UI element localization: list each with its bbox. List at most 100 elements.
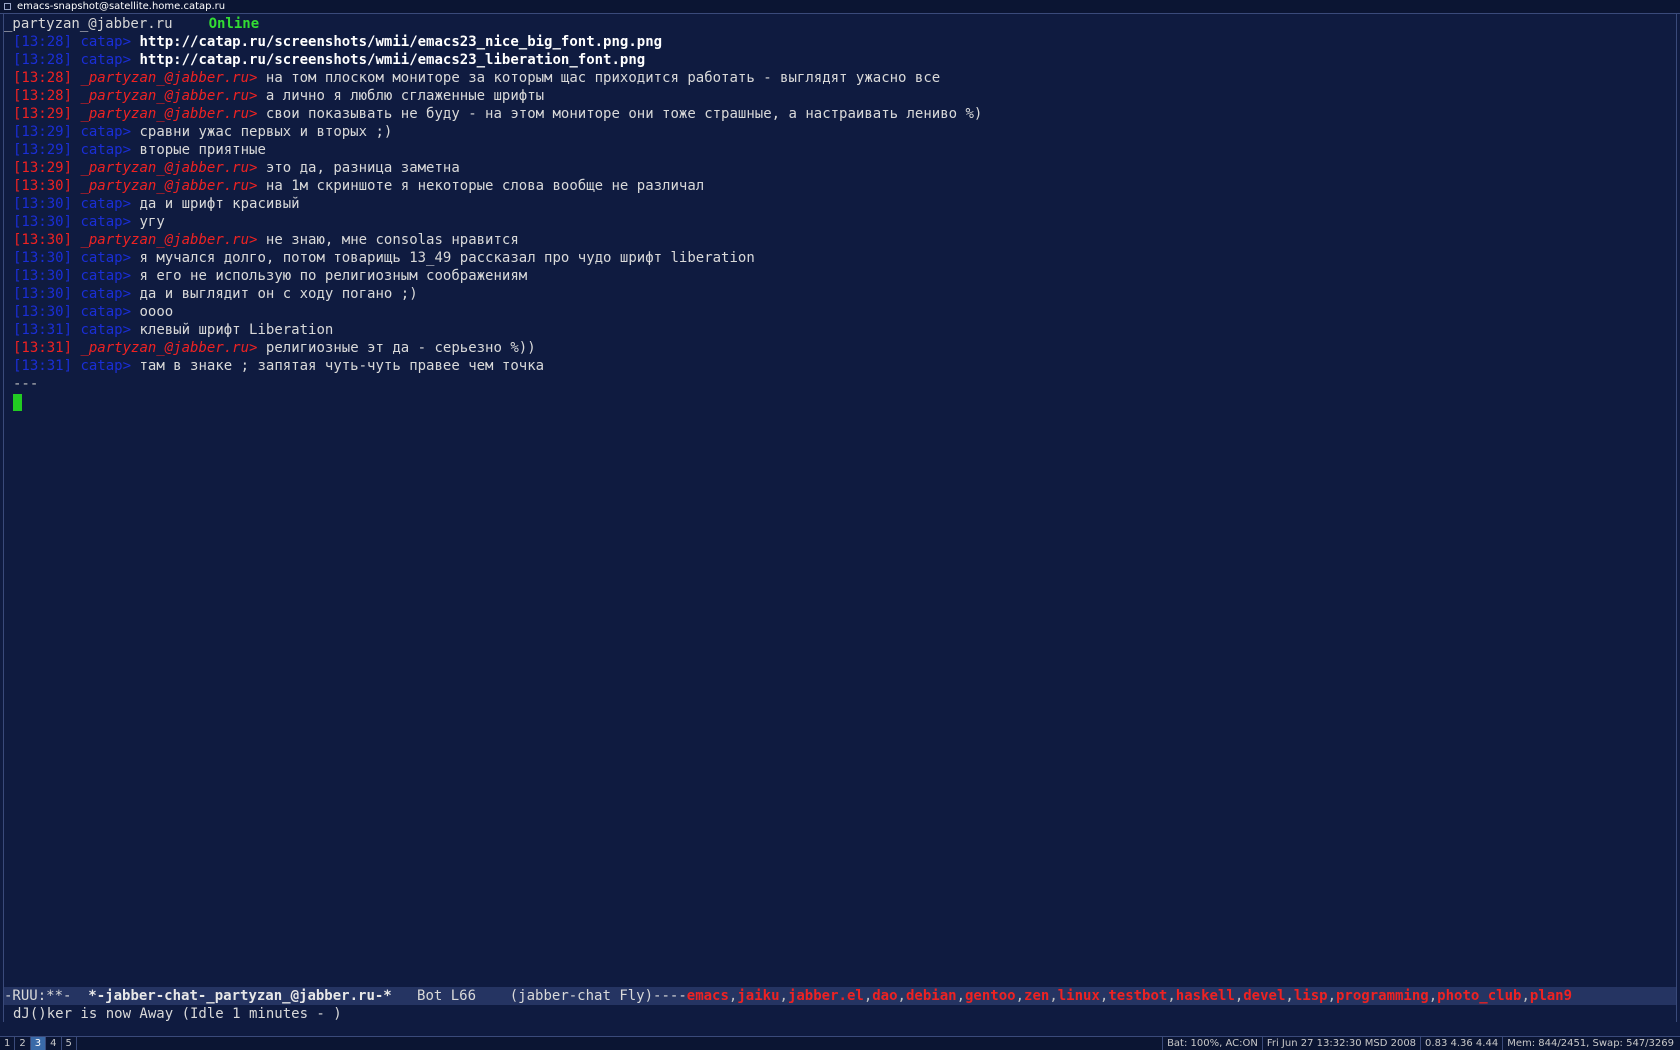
message-link[interactable]: http://catap.ru/screenshots/wmii/emacs23… bbox=[139, 34, 662, 50]
activity-channel[interactable]: haskell bbox=[1176, 988, 1235, 1004]
message-sender: catap> bbox=[80, 322, 132, 338]
message-sender: catap> bbox=[80, 142, 132, 158]
message-sender: catap> bbox=[80, 52, 132, 68]
activity-channel[interactable]: debian bbox=[906, 988, 957, 1004]
window-titlebar[interactable]: emacs-snapshot@satellite.home.catap.ru bbox=[0, 0, 1680, 14]
activity-channel[interactable]: photo_club bbox=[1437, 988, 1521, 1004]
activity-channel[interactable]: jabber.el bbox=[788, 988, 864, 1004]
message-text: а лично я люблю сглаженные шрифты bbox=[265, 88, 545, 104]
message-text: на том плоском мониторе за которым щас п… bbox=[265, 70, 941, 86]
activity-channel[interactable]: linux bbox=[1058, 988, 1100, 1004]
activity-channel[interactable]: zen bbox=[1024, 988, 1049, 1004]
message-sender: _partyzan_@jabber.ru> bbox=[80, 88, 258, 104]
mode-line[interactable]: -RUU:**- *-jabber-chat-_partyzan_@jabber… bbox=[4, 987, 1676, 1005]
message-sender: _partyzan_@jabber.ru> bbox=[80, 232, 258, 248]
wm-tag-3[interactable]: 3 bbox=[30, 1037, 47, 1050]
message-text: там в знаке ; запятая чуть-чуть правее ч… bbox=[139, 358, 545, 374]
chat-message: [13:29] _partyzan_@jabber.ru> свои показ… bbox=[13, 105, 1663, 123]
echo-area: dJ()ker is now Away (Idle 1 minutes - ) bbox=[13, 1006, 342, 1022]
message-timestamp: [13:31] bbox=[13, 340, 73, 356]
chat-message: [13:30] catap> да и выглядит он с ходу п… bbox=[13, 285, 1663, 303]
message-timestamp: [13:30] bbox=[13, 286, 73, 302]
message-text: оооо bbox=[139, 304, 174, 320]
message-timestamp: [13:28] bbox=[13, 52, 73, 68]
message-text: свои показывать не буду - на этом монито… bbox=[265, 106, 983, 122]
message-timestamp: [13:29] bbox=[13, 106, 73, 122]
load-average: 0.83 4.36 4.44 bbox=[1420, 1037, 1502, 1050]
chat-message: [13:30] catap> я мучался долго, потом то… bbox=[13, 249, 1663, 267]
message-timestamp: [13:30] bbox=[13, 250, 73, 266]
activity-channel[interactable]: plan9 bbox=[1530, 988, 1572, 1004]
chat-message: [13:30] catap> да и шрифт красивый bbox=[13, 195, 1663, 213]
chat-message: [13:28] catap> http://catap.ru/screensho… bbox=[13, 33, 1663, 51]
message-text: я мучался долго, потом товарищь 13_49 ра… bbox=[139, 250, 755, 266]
wm-status-bar: 12345 Bat: 100%, AC:ON Fri Jun 27 13:32:3… bbox=[0, 1036, 1680, 1050]
chat-message: [13:31] catap> клевый шрифт Liberation bbox=[13, 321, 1663, 339]
message-text: религиозные эт да - серьезно %)) bbox=[265, 340, 536, 356]
message-sender: catap> bbox=[80, 268, 132, 284]
wm-tag-5[interactable]: 5 bbox=[62, 1037, 77, 1050]
presence-status: Online bbox=[208, 16, 260, 32]
chat-message: [13:30] _partyzan_@jabber.ru> на 1м скри… bbox=[13, 177, 1663, 195]
wm-tag-2[interactable]: 2 bbox=[15, 1037, 31, 1050]
wm-system-info: Bat: 100%, AC:ON Fri Jun 27 13:32:30 MSD … bbox=[1162, 1037, 1678, 1050]
message-sender: _partyzan_@jabber.ru> bbox=[80, 340, 258, 356]
activity-channel[interactable]: programming bbox=[1336, 988, 1429, 1004]
message-text: на 1м скриншоте я некоторые слова вообще… bbox=[265, 178, 705, 194]
message-timestamp: [13:28] bbox=[13, 70, 73, 86]
wm-tag-1[interactable]: 1 bbox=[0, 1037, 16, 1050]
message-timestamp: [13:30] bbox=[13, 268, 73, 284]
message-timestamp: [13:29] bbox=[13, 160, 73, 176]
desktop: emacs-snapshot@satellite.home.catap.ru _… bbox=[0, 0, 1680, 1050]
activity-channel[interactable]: emacs bbox=[687, 988, 729, 1004]
message-text: клевый шрифт Liberation bbox=[139, 322, 334, 338]
activity-channel[interactable]: jaiku bbox=[737, 988, 779, 1004]
message-text: угу bbox=[139, 214, 165, 230]
wm-tag-4[interactable]: 4 bbox=[46, 1037, 62, 1050]
message-sender: catap> bbox=[80, 358, 132, 374]
chat-buffer[interactable]: [13:28] catap> http://catap.ru/screensho… bbox=[13, 33, 1663, 411]
chat-message: [13:29] catap> вторые приятные bbox=[13, 141, 1663, 159]
battery-status: Bat: 100%, AC:ON bbox=[1162, 1037, 1262, 1050]
wm-tag-list: 12345 bbox=[0, 1037, 77, 1050]
input-separator: --- bbox=[13, 376, 39, 392]
major-mode[interactable]: (jabber-chat Fly)---- bbox=[510, 988, 687, 1004]
message-timestamp: [13:30] bbox=[13, 304, 73, 320]
message-sender: catap> bbox=[80, 34, 132, 50]
chat-message: [13:30] _partyzan_@jabber.ru> не знаю, м… bbox=[13, 231, 1663, 249]
chat-message: [13:28] _partyzan_@jabber.ru> на том пло… bbox=[13, 69, 1663, 87]
message-timestamp: [13:28] bbox=[13, 88, 73, 104]
chat-message: [13:31] catap> там в знаке ; запятая чут… bbox=[13, 357, 1663, 375]
message-timestamp: [13:30] bbox=[13, 214, 73, 230]
message-text: сравни ужас первых и вторых ;) bbox=[139, 124, 393, 140]
chat-message: [13:28] _partyzan_@jabber.ru> а лично я … bbox=[13, 87, 1663, 105]
message-sender: _partyzan_@jabber.ru> bbox=[80, 160, 258, 176]
message-text: да и выглядит он с ходу погано ;) bbox=[139, 286, 418, 302]
activity-channel[interactable]: lisp bbox=[1294, 988, 1328, 1004]
message-sender: catap> bbox=[80, 286, 132, 302]
message-sender: catap> bbox=[80, 214, 132, 230]
window-icon[interactable] bbox=[4, 3, 11, 10]
activity-channel[interactable]: dao bbox=[872, 988, 897, 1004]
activity-channel[interactable]: devel bbox=[1243, 988, 1285, 1004]
chat-message: [13:31] _partyzan_@jabber.ru> религиозны… bbox=[13, 339, 1663, 357]
message-sender: _partyzan_@jabber.ru> bbox=[80, 178, 258, 194]
message-link[interactable]: http://catap.ru/screenshots/wmii/emacs23… bbox=[139, 52, 645, 68]
emacs-frame[interactable]: _partyzan_@jabber.ru Online [13:28] catap… bbox=[3, 14, 1677, 1022]
activity-channels: emacs,jaiku,jabber.el,dao,debian,gentoo,… bbox=[686, 988, 1573, 1004]
message-sender: _partyzan_@jabber.ru> bbox=[80, 106, 258, 122]
activity-channel[interactable]: gentoo bbox=[965, 988, 1016, 1004]
message-timestamp: [13:29] bbox=[13, 124, 73, 140]
buffer-position: Bot L66 bbox=[391, 988, 510, 1004]
message-text: я его не использую по религиозным сообра… bbox=[139, 268, 528, 284]
text-cursor bbox=[13, 394, 22, 411]
message-timestamp: [13:31] bbox=[13, 358, 73, 374]
message-sender: catap> bbox=[80, 250, 132, 266]
memory-usage: Mem: 844/2451, Swap: 547/3269 bbox=[1502, 1037, 1678, 1050]
activity-channel[interactable]: testbot bbox=[1108, 988, 1167, 1004]
message-sender: catap> bbox=[80, 304, 132, 320]
chat-input-line[interactable] bbox=[13, 393, 1663, 411]
chat-message: [13:28] catap> http://catap.ru/screensho… bbox=[13, 51, 1663, 69]
message-sender: catap> bbox=[80, 124, 132, 140]
buffer-name[interactable]: *-jabber-chat-_partyzan_@jabber.ru-* bbox=[88, 988, 391, 1004]
